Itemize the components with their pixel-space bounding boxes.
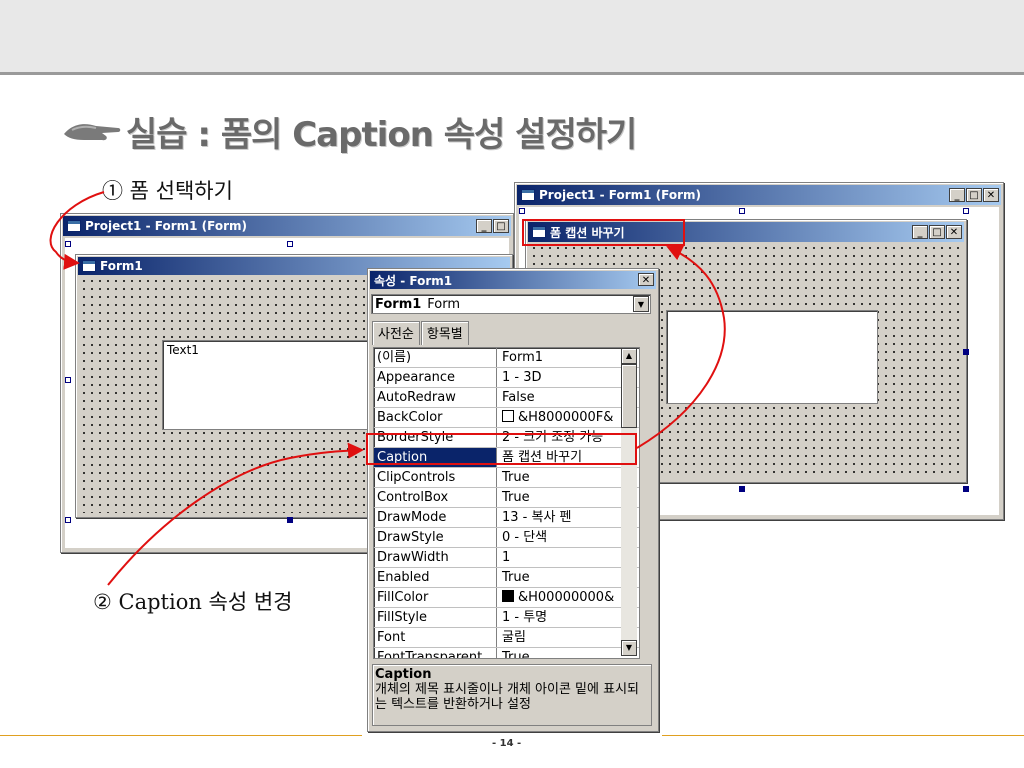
sizing-handle[interactable] [739,486,745,492]
right-textbox[interactable] [666,310,878,404]
sizing-handle[interactable] [519,208,525,214]
tab-categorized[interactable]: 항목별 [420,321,469,345]
property-row[interactable]: AutoRedraw False [374,388,639,408]
object-selector[interactable]: Form1 Form ▼ [371,294,651,314]
minimize-button[interactable]: _ [476,219,492,233]
restore-button[interactable]: □ [493,219,509,233]
property-row[interactable]: BackColor &H8000000F& [374,408,639,428]
slide-title: 실습 : 폼의 Caption 속성 설정하기 [62,106,637,156]
sizing-handle[interactable] [65,377,71,383]
left-project-titlebar[interactable]: Project1 - Form1 (Form) _ □ [63,216,511,236]
property-row[interactable]: Appearance 1 - 3D [374,368,639,388]
scroll-up-icon[interactable]: ▲ [621,348,637,364]
description-title: Caption [375,667,432,682]
property-row[interactable]: (이름) Form1 [374,348,639,368]
step1-label: ① 폼 선택하기 [102,179,233,203]
property-row[interactable]: FontTransparent True [374,648,639,658]
chevron-down-icon[interactable]: ▼ [633,296,649,312]
slide-title-text: 실습 : 폼의 Caption 속성 설정하기 [126,114,637,155]
minimize-button[interactable]: _ [912,225,928,239]
sizing-handle[interactable] [739,208,745,214]
sizing-handle[interactable] [65,241,71,247]
property-row[interactable]: ClipControls True [374,468,639,488]
minimize-button[interactable]: _ [949,188,965,202]
scroll-down-icon[interactable]: ▼ [621,640,637,656]
sizing-handle[interactable] [963,349,969,355]
properties-window: 속성 - Form1 ✕ Form1 Form ▼ 사전순 항목별 (이름) Fo… [367,268,659,732]
sizing-handle[interactable] [963,486,969,492]
scroll-thumb[interactable] [621,364,637,428]
property-description: Caption 개체의 제목 표시줄이나 개체 아이콘 밑에 표시되는 텍스트를… [372,664,652,726]
right-project-titlebar[interactable]: Project1 - Form1 (Form) _ □ ✕ [517,185,1001,205]
form1-title: Form1 [100,259,143,273]
pointing-hand-icon [64,124,121,141]
property-scrollbar[interactable]: ▲ ▼ [621,348,637,656]
vb-form-icon [67,220,81,232]
text1-value: Text1 [167,343,199,357]
property-row[interactable]: ControlBox True [374,488,639,508]
sizing-handle[interactable] [287,517,293,523]
property-row[interactable]: DrawStyle 0 - 단색 [374,528,639,548]
vb-form-icon [521,189,535,201]
close-button[interactable]: ✕ [638,273,654,286]
left-project-title: Project1 - Form1 (Form) [85,219,247,233]
object-type: Form [427,296,461,312]
right-project-title: Project1 - Form1 (Form) [539,188,701,202]
footer-line-right [662,735,1024,736]
property-grid: (이름) Form1 Appearance 1 - 3D AutoRedraw Fal… [373,347,640,659]
property-row[interactable]: DrawMode 13 - 복사 펜 [374,508,639,528]
properties-titlebar[interactable]: 속성 - Form1 ✕ [370,271,656,289]
maximize-button[interactable]: □ [966,188,982,202]
property-row[interactable]: FillStyle 1 - 투명 [374,608,639,628]
property-row[interactable]: Enabled True [374,568,639,588]
sizing-handle[interactable] [287,241,293,247]
maximize-button[interactable]: □ [929,225,945,239]
caption-highlight-box [366,433,637,465]
sizing-handle[interactable] [963,208,969,214]
vb-form-icon [82,260,96,272]
tab-alphabetic[interactable]: 사전순 [372,321,420,345]
property-row[interactable]: Font 굴림 [374,628,639,648]
close-button[interactable]: ✕ [983,188,999,202]
form-caption-highlight-box [522,219,685,246]
footer-line-left [0,735,362,736]
property-row[interactable]: DrawWidth 1 [374,548,639,568]
step2-label: ② Caption 속성 변경 [93,590,293,614]
description-text: 개체의 제목 표시줄이나 개체 아이콘 밑에 표시되는 텍스트를 반환하거나 설… [375,682,639,712]
backcolor-swatch [502,410,514,422]
header-band [0,0,1024,75]
fillcolor-swatch [502,590,514,602]
sizing-handle[interactable] [65,517,71,523]
property-tabs: 사전순 항목별 [372,321,469,345]
close-button[interactable]: ✕ [946,225,962,239]
object-name: Form1 [375,296,422,312]
properties-title: 속성 - Form1 [374,273,453,288]
property-row[interactable]: FillColor &H00000000& [374,588,639,608]
page-number: - 14 - [492,738,522,749]
